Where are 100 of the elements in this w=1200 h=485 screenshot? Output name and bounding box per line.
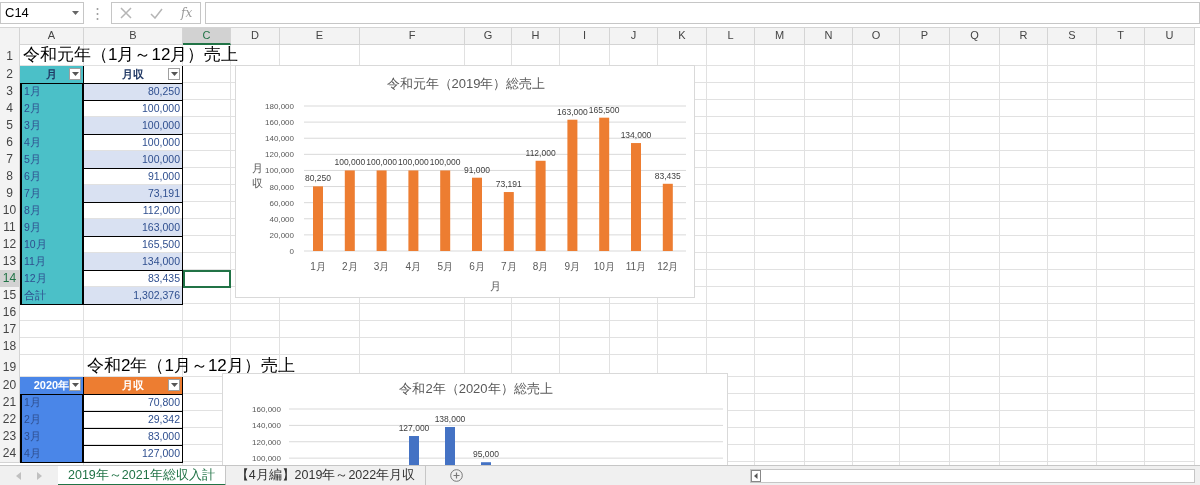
table-cell: 100,000 [84,117,183,135]
row-header[interactable]: 3 [0,83,20,101]
column-header[interactable]: F [360,28,465,45]
formula-field[interactable] [205,2,1200,24]
row-header[interactable]: 22 [0,411,20,429]
chart-title: 令和2年（2020年）総売上 [399,381,553,396]
data-label: 165,500 [588,104,620,115]
scroll-right-icon[interactable] [37,471,42,480]
data-label: 100,000 [334,157,366,168]
header-label: 月収 [122,379,144,391]
column-header[interactable]: C [183,28,231,45]
table-cell: 4月 [20,134,84,152]
row-header[interactable]: 16 [0,304,20,322]
filter-button[interactable] [168,68,180,80]
data-label: 100,000 [398,157,429,168]
column-header[interactable]: E [280,28,360,45]
tick-label: 120,000 [252,437,281,447]
column-header[interactable]: B [84,28,183,45]
column-header[interactable]: G [465,28,512,45]
category-label: 3月 [373,261,390,272]
category-label: 8月 [532,261,549,272]
table-cell: 9月 [20,219,84,237]
cancel-icon[interactable] [120,7,132,19]
row-header[interactable]: 23 [0,428,20,446]
column-header[interactable]: L [707,28,755,45]
row-header[interactable]: 10 [0,202,20,220]
data-label: 100,000 [429,157,461,168]
data-label: 134,000 [620,130,652,141]
row-header[interactable]: 5 [0,117,20,135]
row-header[interactable]: 9 [0,185,20,203]
filter-button[interactable] [69,68,81,80]
table-cell: 7月 [20,185,84,203]
column-header[interactable]: A [20,28,84,45]
row-header[interactable]: 14 [0,270,20,288]
horizontal-scrollbar[interactable] [750,468,1195,483]
category-label: 11月 [625,261,647,272]
table-cell: 134,000 [84,253,183,271]
add-sheet-button[interactable] [450,469,464,482]
row-header[interactable]: 7 [0,151,20,169]
row-header[interactable]: 20 [0,377,20,395]
table-cell: 2月 [20,100,84,118]
column-header[interactable]: J [610,28,658,45]
active-cell[interactable] [183,270,231,288]
column-header[interactable]: T [1097,28,1145,45]
tick-label: 40,000 [269,214,294,224]
table-cell: 29,342 [84,411,183,429]
data-label: 127,000 [398,423,430,433]
row-header[interactable]: 8 [0,168,20,186]
data-label: 95,000 [473,449,499,460]
row-header[interactable]: 17 [0,321,20,339]
row-header[interactable]: 18 [0,338,20,356]
column-header[interactable]: D [231,28,280,45]
column-header[interactable]: R [1000,28,1048,45]
row-header[interactable]: 11 [0,219,20,237]
category-label: 6月 [469,261,485,272]
column-header[interactable]: H [512,28,560,45]
row-header[interactable]: 12 [0,236,20,254]
category-label: 1月 [310,261,326,272]
table-cell: 10月 [20,236,84,254]
tick-label: 140,000 [265,134,294,144]
check-icon[interactable] [150,7,163,19]
column-header[interactable]: Q [950,28,1000,45]
data-label: 163,000 [557,106,588,117]
sheet-tab[interactable]: 【4月編】2019年～2022年月収 [225,465,427,485]
column-header[interactable]: I [560,28,610,45]
data-label: 112,000 [525,147,556,158]
tick-label: 120,000 [265,150,294,160]
row-header[interactable]: 6 [0,134,20,152]
sheet-title: 令和元年（1月～12月）売上 [22,44,240,66]
header-label: 2020年 [33,379,70,391]
filter-button[interactable] [168,379,180,391]
column-header[interactable]: O [853,28,900,45]
column-header[interactable]: U [1145,28,1195,45]
row-header[interactable]: 15 [0,287,20,305]
caret-icon [72,11,79,15]
column-header[interactable]: P [900,28,950,45]
tick-label: 160,000 [252,405,281,414]
row-header[interactable]: 2 [0,66,20,84]
row-header[interactable]: 24 [0,445,20,463]
drag-handle-icon[interactable] [96,8,99,20]
filter-button[interactable] [69,379,81,391]
row-header[interactable]: 21 [0,394,20,412]
table-cell: 163,000 [84,219,183,237]
column-header[interactable]: N [805,28,853,45]
table-cell: 8月 [20,202,84,220]
column-header[interactable]: K [658,28,707,45]
column-header[interactable]: S [1048,28,1097,45]
tick-label: 80,000 [269,182,294,192]
category-label: 4月 [405,261,422,272]
data-label: 83,435 [654,170,681,181]
plus-icon [450,469,464,482]
row-header[interactable]: 4 [0,100,20,118]
data-label: 138,000 [434,414,466,424]
name-box[interactable]: C14 [0,2,84,24]
column-header[interactable]: M [755,28,805,45]
scroll-left-icon[interactable] [751,469,761,482]
table-cell: 4月 [20,445,84,463]
row-header[interactable]: 13 [0,253,20,271]
sheet-tab[interactable]: 2019年～2021年総収入計 [58,465,226,485]
table-cell: 5月 [20,151,84,169]
